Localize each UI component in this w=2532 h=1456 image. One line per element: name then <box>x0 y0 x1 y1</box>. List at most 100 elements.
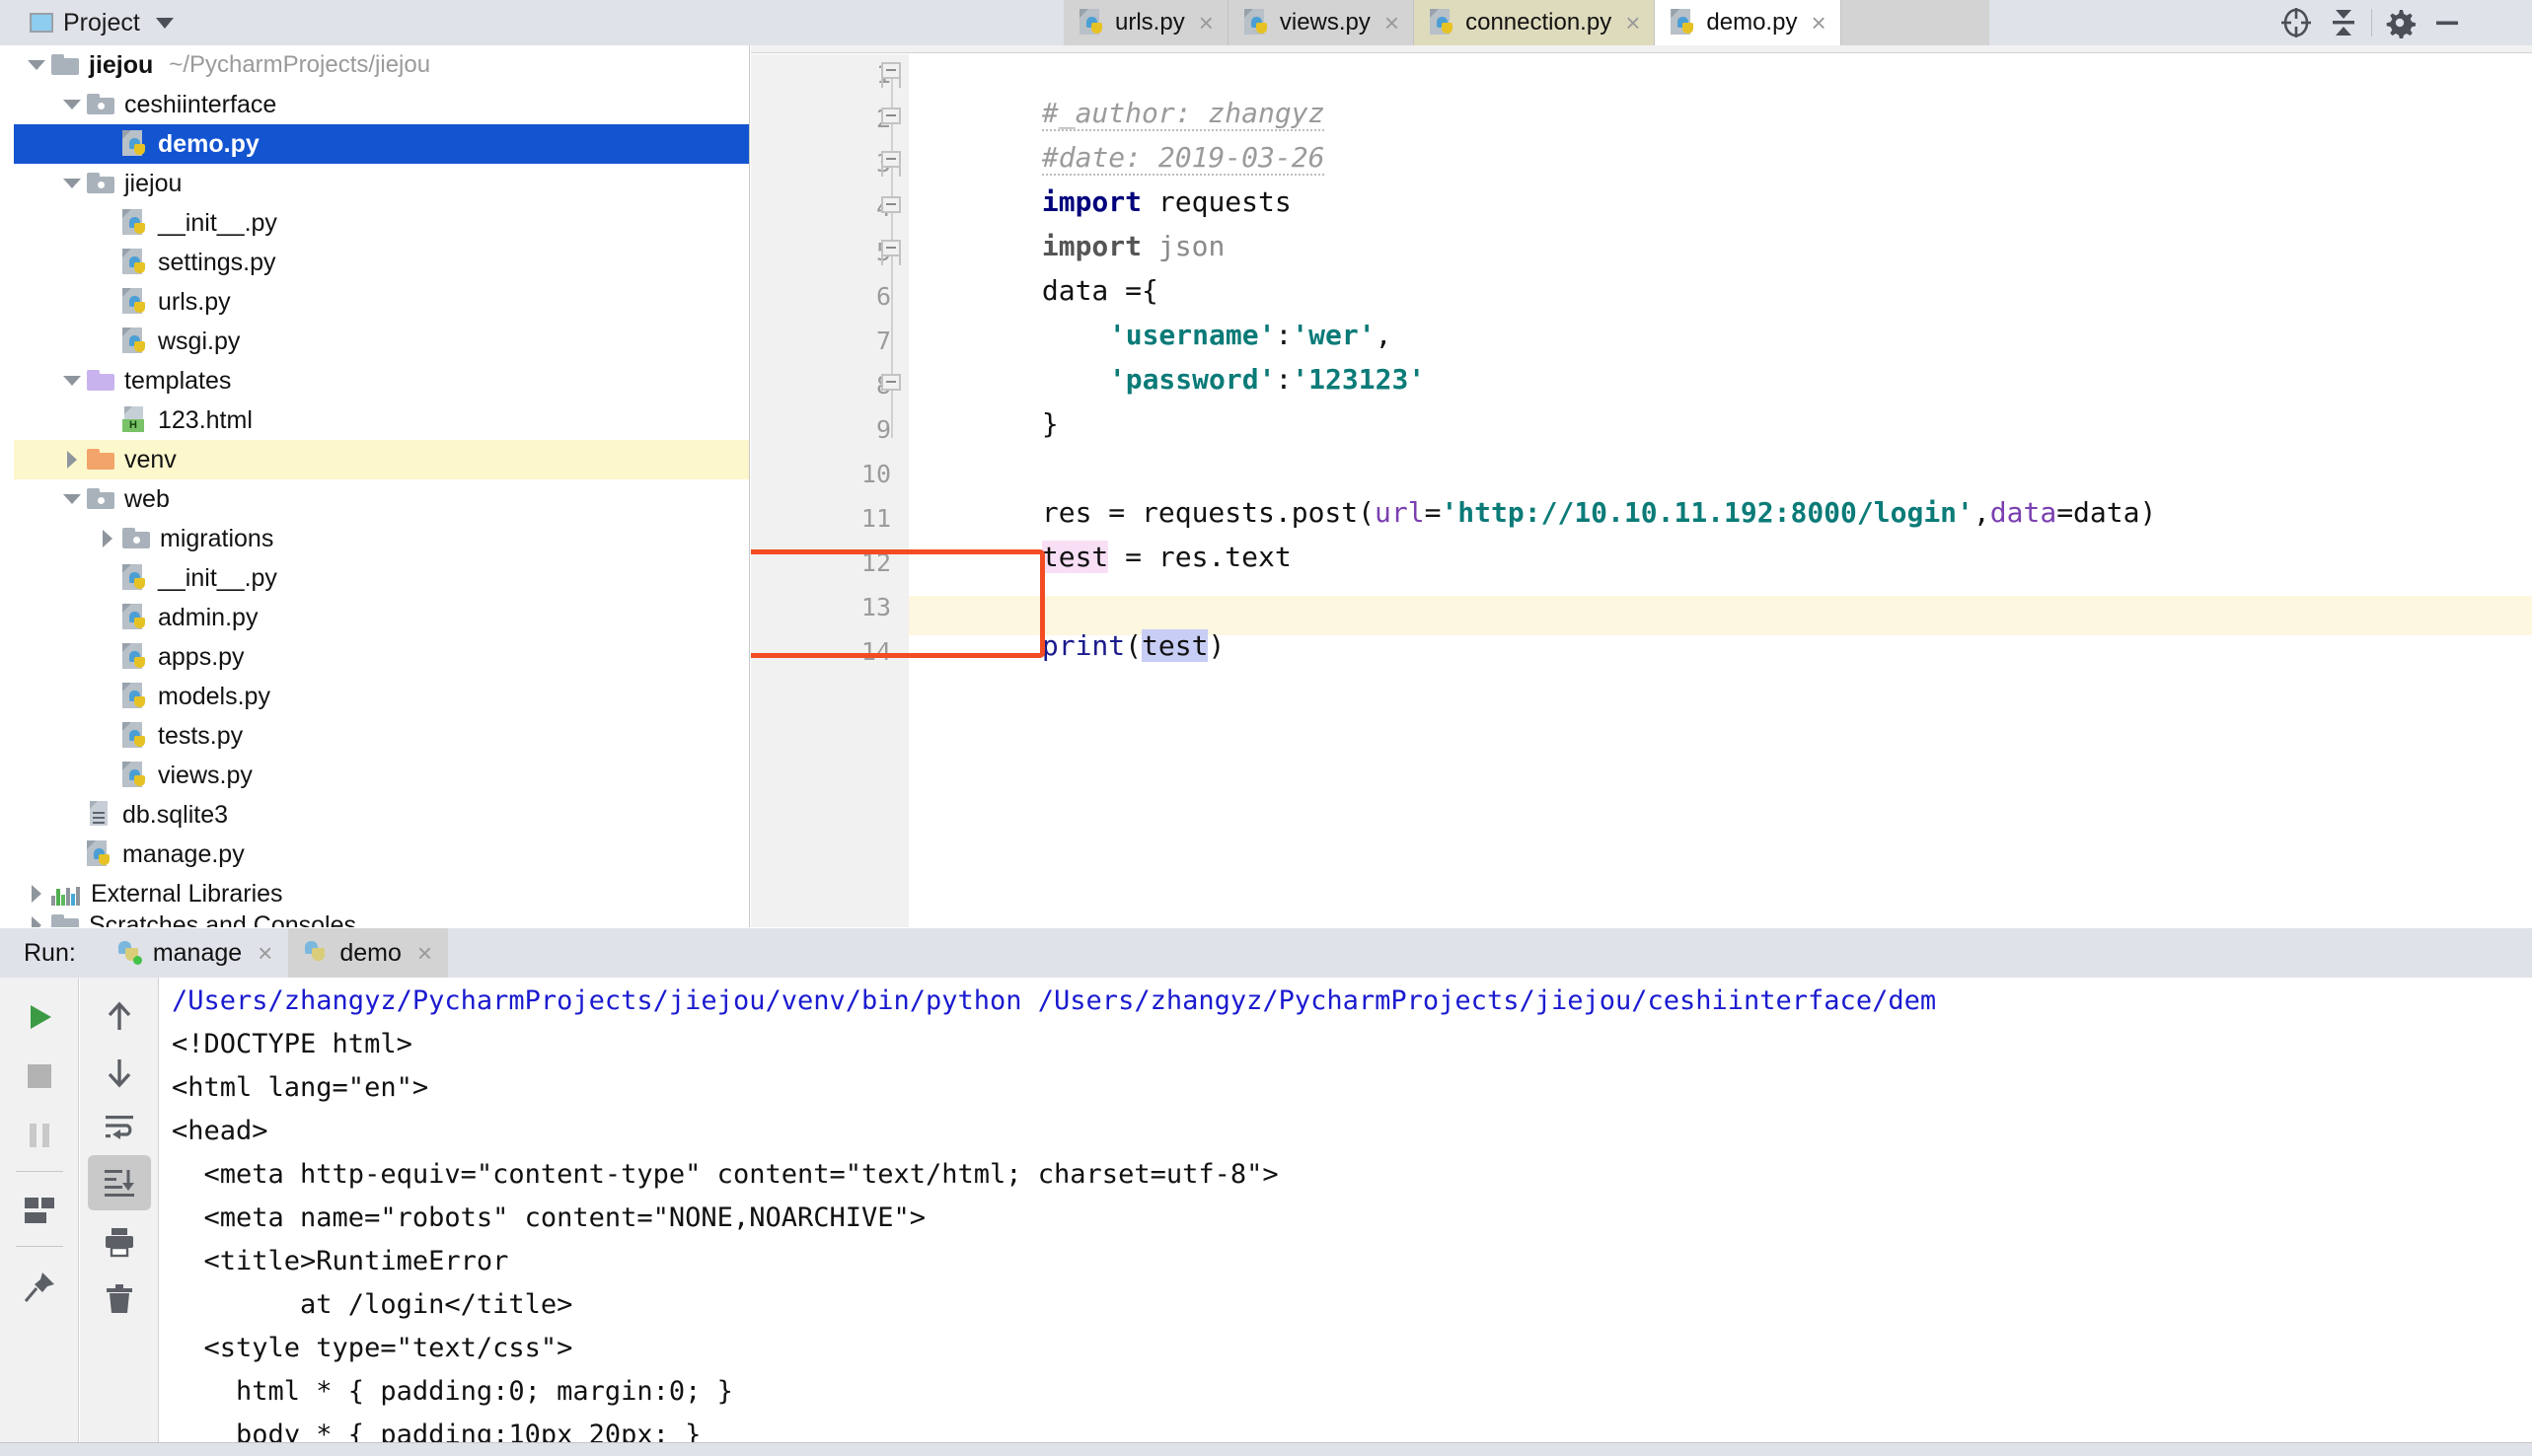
tree-item-venv[interactable]: venv <box>14 440 749 479</box>
code-arg-data: data <box>2073 496 2140 529</box>
console-output-line: <title>RuntimeError <box>172 1246 509 1276</box>
chevron-right-icon[interactable] <box>22 916 51 927</box>
tree-item-wsgi-py[interactable]: wsgi.py <box>14 322 749 361</box>
tree-item--init-py[interactable]: __init__.py <box>14 203 749 243</box>
tree-item-label: web <box>124 484 170 513</box>
fold-marker[interactable] <box>879 236 905 265</box>
tree-item-path: ~/PycharmProjects/jiejou <box>169 51 431 78</box>
tree-item--init-py[interactable]: __init__.py <box>14 558 749 598</box>
chevron-down-icon[interactable] <box>57 376 87 386</box>
hide-panel-icon[interactable] <box>2423 0 2471 45</box>
tree-item-web[interactable]: web <box>14 479 749 519</box>
tree-item-db-sqlite3[interactable]: db.sqlite3 <box>14 795 749 835</box>
tree-item-scratches-and-consoles[interactable]: Scratches and Consoles <box>14 913 749 927</box>
tab-label: connection.py <box>1465 9 1612 36</box>
tree-item-label: demo.py <box>158 129 260 158</box>
run-tab-demo[interactable]: demo × <box>288 928 449 978</box>
locate-icon[interactable] <box>2272 0 2320 45</box>
run-tab-manage[interactable]: manage × <box>102 928 289 978</box>
tree-item-demo-py[interactable]: demo.py <box>14 124 749 164</box>
tree-item-123-html[interactable]: H 123.html <box>14 400 749 440</box>
fold-marker[interactable] <box>879 58 905 88</box>
tree-item-apps-py[interactable]: apps.py <box>14 637 749 677</box>
status-bar <box>0 1442 2532 1456</box>
run-button[interactable] <box>0 989 79 1045</box>
down-arrow-button[interactable] <box>80 1045 159 1100</box>
chevron-down-icon[interactable] <box>57 100 87 109</box>
python-file-icon <box>1243 8 1270 37</box>
layout-button[interactable] <box>0 1183 79 1238</box>
folder-icon <box>51 54 79 76</box>
soft-wrap-button[interactable] <box>80 1100 159 1155</box>
tree-item-label: templates <box>124 366 232 395</box>
tree-item-admin-py[interactable]: admin.py <box>14 598 749 637</box>
chevron-right-icon[interactable] <box>57 451 87 469</box>
chevron-down-icon[interactable] <box>57 179 87 188</box>
tree-item-migrations[interactable]: migrations <box>14 519 749 558</box>
chevron-right-icon[interactable] <box>93 530 122 547</box>
pause-button[interactable] <box>0 1108 79 1163</box>
close-icon[interactable]: × <box>1384 10 1399 36</box>
up-arrow-button[interactable] <box>80 989 159 1045</box>
project-dropdown[interactable]: Project <box>0 0 187 45</box>
tree-item-label: venv <box>124 445 177 473</box>
project-label: Project <box>63 8 140 36</box>
code-text-area[interactable]: #_author: zhangyz #date: 2019-03-26 impo… <box>909 54 2532 927</box>
run-header: Run: manage × demo × <box>0 928 2532 978</box>
tab-connection-py[interactable]: connection.py × <box>1414 0 1656 45</box>
close-icon[interactable]: × <box>258 938 272 969</box>
tree-item-models-py[interactable]: models.py <box>14 677 749 716</box>
tree-item-label: urls.py <box>158 287 231 316</box>
tree-item-manage-py[interactable]: manage.py <box>14 835 749 874</box>
tab-urls-py[interactable]: urls.py × <box>1064 0 1229 45</box>
clear-all-button[interactable] <box>80 1272 159 1327</box>
code-editor[interactable]: 1 2 3 4 5 6 7 8 9 10 11 12 13 14 #_autho… <box>751 45 2532 927</box>
tree-item-jiejou[interactable]: jiejou ~/PycharmProjects/jiejou <box>14 45 749 85</box>
tree-item-jiejou[interactable]: jiejou <box>14 164 749 203</box>
editor-gutter[interactable]: 1 2 3 4 5 6 7 8 9 10 11 12 13 14 <box>751 54 909 927</box>
gear-icon[interactable] <box>2376 0 2423 45</box>
tree-item-views-py[interactable]: views.py <box>14 756 749 795</box>
print-button[interactable] <box>80 1214 159 1270</box>
python-file-icon <box>1671 8 1696 37</box>
collapse-all-icon[interactable] <box>2320 0 2367 45</box>
python-file-icon <box>122 761 148 790</box>
pin-button[interactable] <box>0 1260 79 1315</box>
tab-views-py[interactable]: views.py × <box>1228 0 1415 45</box>
code-value-password: '123123' <box>1292 363 1426 396</box>
tree-item-templates[interactable]: templates <box>14 361 749 400</box>
fold-marker[interactable] <box>879 104 905 129</box>
fold-marker[interactable] <box>879 192 905 218</box>
tree-item-ceshiinterface[interactable]: ceshiinterface <box>14 85 749 124</box>
tree-item-external-libraries[interactable]: External Libraries <box>14 874 749 913</box>
python-file-icon <box>122 682 148 711</box>
line-number: 11 <box>860 504 891 533</box>
project-tree[interactable]: jiejou ~/PycharmProjects/jiejou ceshiinter… <box>14 45 749 927</box>
tab-demo-py[interactable]: demo.py × <box>1655 0 1841 45</box>
close-icon[interactable]: × <box>1625 10 1640 36</box>
chevron-right-icon[interactable] <box>22 885 51 903</box>
close-icon[interactable]: × <box>1811 10 1825 36</box>
fold-marker[interactable] <box>879 370 905 396</box>
fold-marker[interactable] <box>879 147 905 177</box>
console-output[interactable]: /Users/zhangyz/PycharmProjects/jiejou/ve… <box>160 978 2532 1456</box>
tree-item-label: settings.py <box>158 248 276 276</box>
python-file-icon <box>122 603 148 632</box>
code-arg-test: test <box>1142 629 1209 662</box>
python-run-icon <box>304 940 330 966</box>
line-number: 7 <box>875 327 891 355</box>
chevron-down-icon[interactable] <box>57 494 87 504</box>
stop-button[interactable] <box>0 1049 79 1104</box>
close-icon[interactable]: × <box>417 938 432 969</box>
line-number: 10 <box>860 460 891 488</box>
scroll-to-end-button[interactable] <box>88 1155 151 1210</box>
tree-item-settings-py[interactable]: settings.py <box>14 243 749 282</box>
tree-item-tests-py[interactable]: tests.py <box>14 716 749 756</box>
tree-item-label: __init__.py <box>158 563 277 592</box>
chevron-down-icon[interactable] <box>22 60 51 70</box>
console-output-line: <meta http-equiv="content-type" content=… <box>172 1159 1279 1190</box>
run-label: Run: <box>24 938 76 967</box>
tree-item-urls-py[interactable]: urls.py <box>14 282 749 322</box>
tree-item-label: manage.py <box>122 839 245 868</box>
close-icon[interactable]: × <box>1199 10 1214 36</box>
